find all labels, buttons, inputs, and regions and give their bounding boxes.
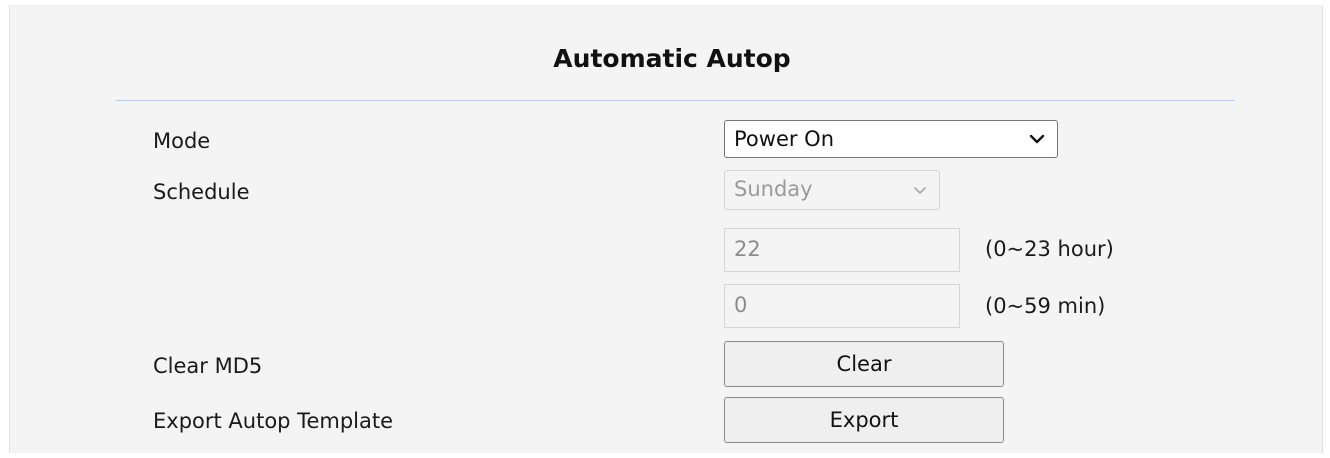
minute-input[interactable]: 0 bbox=[724, 284, 960, 328]
schedule-label: Schedule bbox=[153, 180, 250, 204]
export-button[interactable]: Export bbox=[724, 397, 1004, 443]
section-title-text: Automatic Autop bbox=[553, 44, 791, 73]
section-title: Automatic Autop bbox=[0, 44, 1330, 73]
title-divider bbox=[116, 100, 1235, 101]
schedule-select[interactable]: Sunday bbox=[724, 170, 940, 210]
clear-button[interactable]: Clear bbox=[724, 341, 1004, 387]
mode-label: Mode bbox=[153, 129, 211, 153]
hour-input[interactable]: 22 bbox=[724, 228, 960, 272]
schedule-select-value: Sunday bbox=[734, 177, 813, 201]
chevron-down-icon bbox=[913, 171, 927, 209]
mode-select[interactable]: Power On bbox=[724, 120, 1058, 158]
export-template-label: Export Autop Template bbox=[153, 409, 394, 433]
minute-range-hint: (0~59 min) bbox=[985, 294, 1106, 318]
chevron-down-icon bbox=[1029, 121, 1045, 157]
hour-range-hint: (0~23 hour) bbox=[985, 237, 1114, 261]
clear-md5-label: Clear MD5 bbox=[153, 354, 263, 378]
mode-select-value: Power On bbox=[734, 127, 835, 151]
